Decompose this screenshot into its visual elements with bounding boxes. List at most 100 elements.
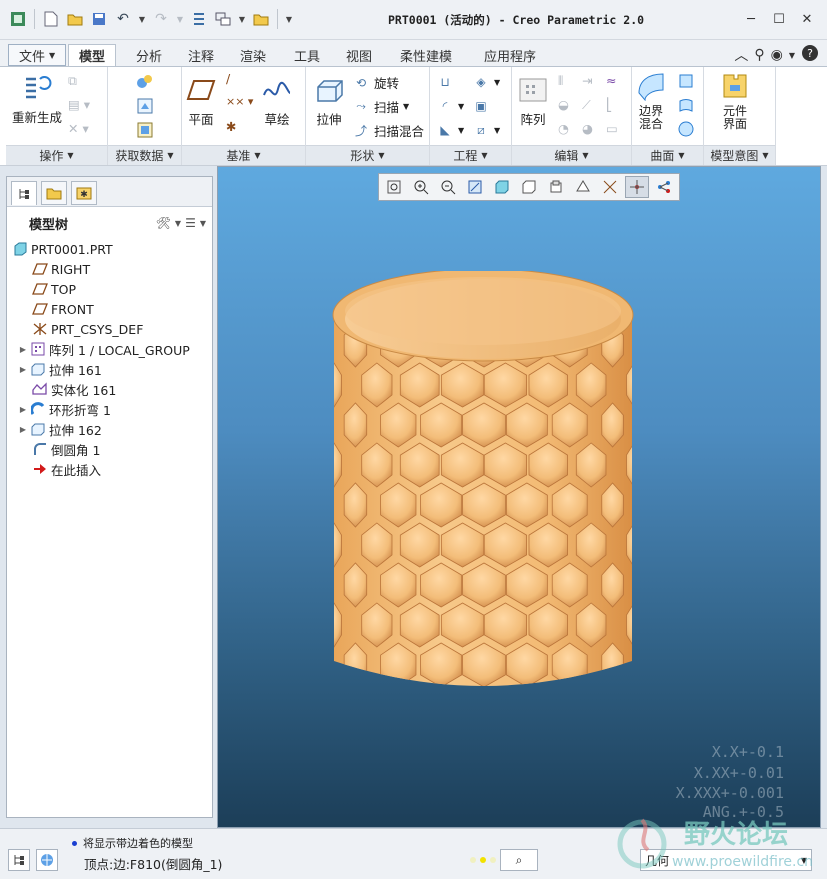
hole-icon[interactable]: ⊔ bbox=[436, 73, 454, 91]
graphics-window[interactable]: X.X+-0.1 X.XX+-0.01 X.XXX+-0.001 ANG.+-0… bbox=[217, 166, 821, 828]
group-label-model-intent[interactable]: 模型意图 ▼ bbox=[704, 145, 775, 165]
close-icon[interactable]: ✕ bbox=[793, 8, 821, 30]
tree-node-round-1[interactable]: 倒圆角 1 bbox=[7, 439, 212, 459]
annotation-display-icon[interactable] bbox=[652, 176, 676, 198]
browser-toggle-icon[interactable] bbox=[36, 849, 58, 871]
maximize-icon[interactable]: ☐ bbox=[765, 8, 793, 30]
tree-node-right[interactable]: RIGHT bbox=[7, 259, 212, 279]
search-icon[interactable]: ⚲ bbox=[754, 47, 764, 63]
tree-node-part[interactable]: PRT0001.PRT bbox=[7, 239, 212, 259]
merge-icon[interactable]: ◒ bbox=[558, 97, 569, 112]
swept-blend-button[interactable]: ⤴ 扫描混合 bbox=[352, 121, 424, 140]
regenerate-small-icon[interactable] bbox=[189, 8, 209, 30]
group-label-editing[interactable]: 编辑 ▼ bbox=[512, 145, 631, 165]
sketch-button[interactable]: 草绘 bbox=[262, 75, 292, 128]
freestyle-icon[interactable] bbox=[678, 121, 694, 137]
group-label-get-data[interactable]: 获取数据 ▼ bbox=[108, 145, 181, 165]
part-model[interactable] bbox=[330, 271, 636, 711]
tab-flexible-modeling[interactable]: 柔性建模 bbox=[390, 44, 462, 66]
tab-model[interactable]: 模型 bbox=[68, 44, 117, 66]
round-icon[interactable]: ◜ ▼ bbox=[436, 97, 464, 115]
csys-icon[interactable]: ✱ bbox=[226, 119, 236, 134]
folder-browser-tab-icon[interactable] bbox=[41, 181, 67, 205]
sweep-button[interactable]: ⤳ 扫描 ▼ bbox=[352, 97, 409, 116]
fill-icon[interactable] bbox=[678, 73, 694, 89]
expand-icon[interactable]: ▶ bbox=[17, 365, 29, 374]
repaint-icon[interactable] bbox=[463, 176, 487, 198]
component-interface-button[interactable]: 元件 界面 bbox=[720, 71, 750, 131]
copy-icon[interactable]: ⧉ bbox=[68, 73, 77, 89]
shell-icon[interactable]: ◈ ▼ bbox=[472, 73, 500, 91]
view-manager-icon[interactable] bbox=[544, 176, 568, 198]
tree-settings-icon[interactable]: 🛠 bbox=[156, 216, 171, 230]
group-label-surfaces[interactable]: 曲面 ▼ bbox=[632, 145, 703, 165]
trim-icon[interactable]: ⟋ bbox=[582, 97, 591, 113]
chamfer-icon[interactable]: ◣ ▼ bbox=[436, 121, 464, 139]
open-folder-icon[interactable] bbox=[65, 8, 85, 30]
app-icon[interactable] bbox=[8, 8, 28, 30]
spin-center-icon[interactable] bbox=[625, 176, 649, 198]
tree-node-extrude-162[interactable]: ▶ 拉伸 162 bbox=[7, 419, 212, 439]
tree-node-toroidal-bend-1[interactable]: ▶ 环形折弯 1 bbox=[7, 399, 212, 419]
windows-icon[interactable] bbox=[213, 8, 233, 30]
group-label-operations[interactable]: 操作 ▼ bbox=[6, 145, 107, 165]
paste-icon[interactable]: ▤ ▾ bbox=[68, 97, 90, 112]
datum-display-icon[interactable] bbox=[598, 176, 622, 198]
shrinkwrap-icon[interactable] bbox=[136, 121, 154, 139]
tab-tools[interactable]: 工具 bbox=[284, 44, 330, 66]
minimize-icon[interactable]: ─ bbox=[737, 8, 765, 30]
copy-geometry-icon[interactable] bbox=[136, 97, 154, 115]
tree-node-csys[interactable]: PRT_CSYS_DEF bbox=[7, 319, 212, 339]
axis-icon[interactable]: / bbox=[226, 71, 230, 86]
tab-render[interactable]: 渲染 bbox=[230, 44, 276, 66]
solidify-icon[interactable]: ◕ bbox=[582, 121, 593, 136]
tree-node-solidify-161[interactable]: 实体化 161 bbox=[7, 379, 212, 399]
tree-node-front[interactable]: FRONT bbox=[7, 299, 212, 319]
project-icon[interactable]: ≈ bbox=[606, 73, 616, 88]
delete-icon[interactable]: ✕ ▾ bbox=[68, 121, 89, 136]
tab-annotate[interactable]: 注释 bbox=[178, 44, 224, 66]
redo-dropdown-icon[interactable]: ▼ bbox=[175, 15, 185, 24]
tab-analysis[interactable]: 分析 bbox=[126, 44, 172, 66]
refit-icon[interactable] bbox=[382, 176, 406, 198]
point-icon[interactable]: ×× ▾ bbox=[226, 95, 253, 108]
intersect-icon[interactable]: ◔ bbox=[558, 121, 569, 136]
expand-icon[interactable]: ▶ bbox=[17, 405, 29, 414]
zoom-out-icon[interactable] bbox=[436, 176, 460, 198]
revolve-button[interactable]: ⟲ 旋转 bbox=[352, 73, 399, 92]
extrude-button[interactable]: 拉伸 bbox=[314, 75, 344, 128]
favorites-tab-icon[interactable]: ✱ bbox=[71, 181, 97, 205]
zoom-in-icon[interactable] bbox=[409, 176, 433, 198]
save-icon[interactable] bbox=[89, 8, 109, 30]
plane-button[interactable]: 平面 bbox=[186, 75, 216, 128]
windows-dropdown-icon[interactable]: ▼ bbox=[237, 15, 247, 24]
offset-icon[interactable]: ⎣ bbox=[606, 97, 612, 112]
mirror-icon[interactable]: ⫴ bbox=[558, 73, 563, 89]
undo-dropdown-icon[interactable]: ▼ bbox=[137, 15, 147, 24]
chevron-down-icon[interactable]: ▼ bbox=[175, 219, 181, 228]
thicken-icon[interactable]: ▭ bbox=[606, 121, 618, 136]
group-label-datum[interactable]: 基准 ▼ bbox=[182, 145, 305, 165]
show-filters-icon[interactable]: ☰ bbox=[185, 216, 196, 230]
boundary-blend-button[interactable]: 边界 混合 bbox=[636, 71, 666, 131]
display-style-icon[interactable] bbox=[490, 176, 514, 198]
customize-qat-icon[interactable]: ▼ bbox=[284, 15, 294, 24]
expand-icon[interactable]: ▶ bbox=[17, 345, 29, 354]
tree-node-extrude-161[interactable]: ▶ 拉伸 161 bbox=[7, 359, 212, 379]
close-window-icon[interactable] bbox=[251, 8, 271, 30]
regenerate-button[interactable]: 重新生成 bbox=[12, 73, 62, 126]
tree-node-insert-here[interactable]: 在此插入 bbox=[7, 459, 212, 479]
perspective-icon[interactable] bbox=[571, 176, 595, 198]
navigator-toggle-icon[interactable] bbox=[8, 849, 30, 871]
community-icon[interactable]: ◉ bbox=[771, 47, 783, 63]
model-tree-tab-icon[interactable] bbox=[11, 181, 37, 205]
tree-node-top[interactable]: TOP bbox=[7, 279, 212, 299]
extend-icon[interactable]: ⇥ bbox=[582, 73, 592, 88]
tab-view[interactable]: 视图 bbox=[336, 44, 382, 66]
saved-orientations-icon[interactable] bbox=[517, 176, 541, 198]
tab-applications[interactable]: 应用程序 bbox=[474, 44, 546, 66]
tree-node-pattern[interactable]: ▶ 阵列 1 / LOCAL_GROUP bbox=[7, 339, 212, 359]
group-label-engineering[interactable]: 工程 ▼ bbox=[430, 145, 511, 165]
find-icon[interactable]: ⌕ bbox=[500, 849, 538, 871]
new-file-icon[interactable] bbox=[41, 8, 61, 30]
